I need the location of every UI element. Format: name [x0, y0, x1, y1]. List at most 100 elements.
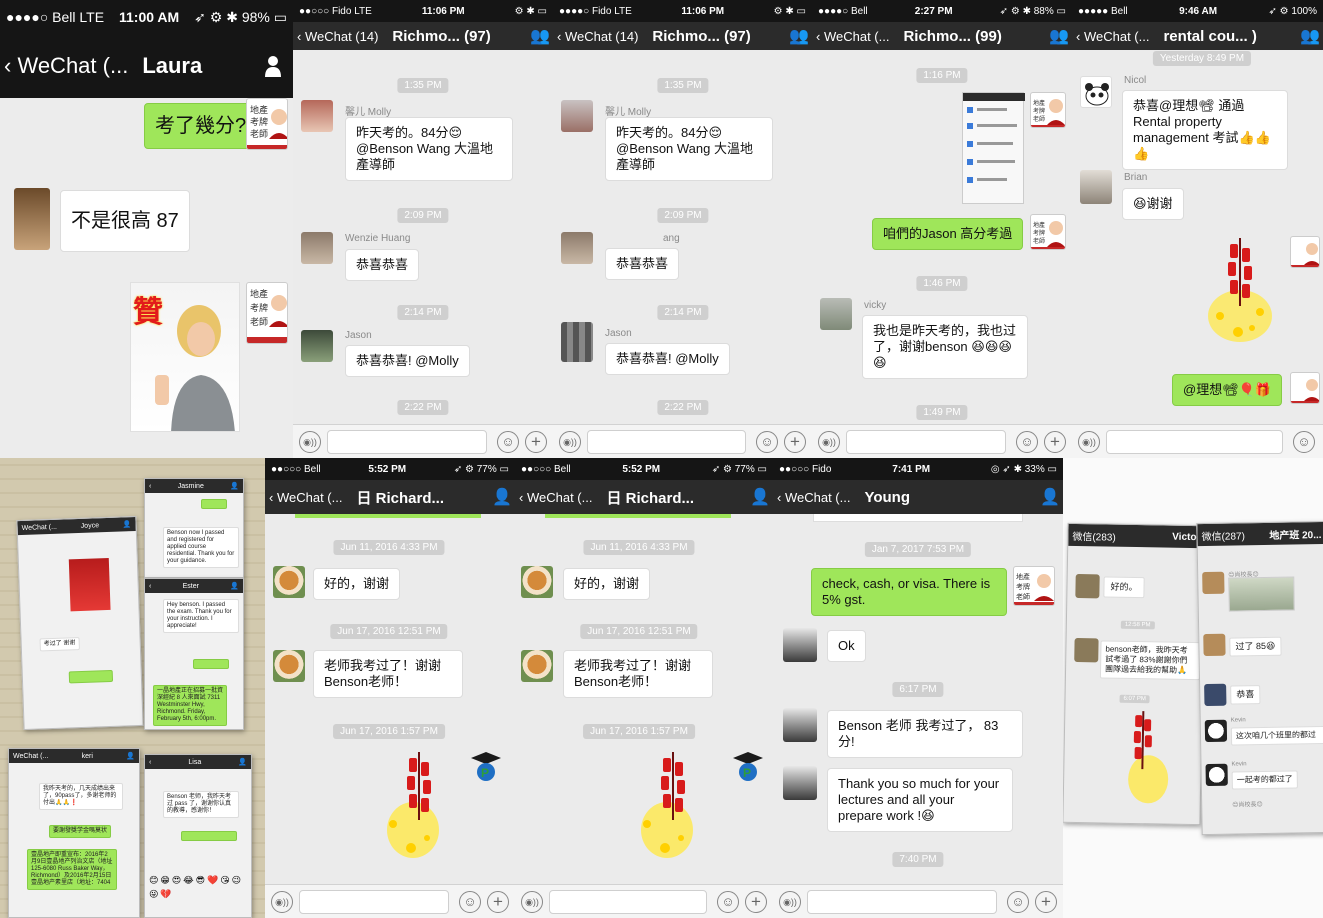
message-input[interactable]: [846, 430, 1006, 454]
message-bubble: 好的。: [1103, 576, 1145, 599]
plus-icon[interactable]: +: [1035, 891, 1057, 913]
message-bubble[interactable]: 恭喜恭喜: [605, 248, 680, 280]
message-bubble[interactable]: 老师我考过了！谢谢Benson老师！: [313, 650, 463, 698]
nav-bar: ‹ WeChat (... Laura: [0, 34, 293, 98]
corgi-avatar: [273, 566, 305, 598]
message-bubble[interactable]: 昨天考的。84分😌 @Benson Wang 大溫地產導師: [605, 117, 773, 181]
message-bubble[interactable]: 恭喜@理想📽 通過Rental property management 考試👍👍…: [1122, 90, 1288, 170]
back-button[interactable]: ‹ WeChat (...: [1072, 29, 1149, 44]
plus-icon[interactable]: +: [1044, 431, 1066, 453]
mini-nav: 微信(287) 地产班 20...: [1197, 521, 1323, 547]
message-bubble[interactable]: 我也是昨天考的，我也过了，谢谢benson 😆😆😆😆: [862, 315, 1028, 379]
timestamp: Jun 17, 2016 1:57 PM: [333, 724, 445, 739]
victor-avatar: [1074, 637, 1099, 663]
back-button[interactable]: ‹ WeChat (14): [293, 29, 378, 44]
message-bubble[interactable]: 老师我考过了！谢谢Benson老师！: [563, 650, 713, 698]
person-icon[interactable]: 👤: [489, 487, 515, 507]
chat-panel-richmond-3: ●●●●○ Bell 2:27 PM ➶ ⚙ ✱ 88% ▭ ‹ WeChat …: [812, 0, 1072, 458]
group-icon[interactable]: 👥: [1297, 26, 1323, 46]
plus-icon[interactable]: +: [745, 891, 767, 913]
emoji-icon[interactable]: ☺: [717, 891, 739, 913]
timestamp: 2:14 PM: [397, 305, 449, 320]
time-label: 11:00 AM: [119, 9, 180, 25]
message-input[interactable]: [587, 430, 746, 454]
back-button[interactable]: ‹ WeChat (...: [265, 490, 342, 505]
emoji-icon[interactable]: ☺: [1293, 431, 1315, 453]
screenshot-image-message[interactable]: [962, 92, 1025, 204]
voice-icon[interactable]: ◉)): [559, 431, 581, 453]
voice-icon[interactable]: ◉)): [818, 431, 840, 453]
message-bubble[interactable]: 好的，谢谢: [313, 568, 401, 600]
message-bubble[interactable]: Benson 老师 我考过了， 83分!: [827, 710, 1023, 758]
group-icon[interactable]: 👥: [786, 26, 812, 46]
mini-message-green: [181, 831, 237, 841]
wenzie-avatar: [561, 232, 593, 264]
voice-icon[interactable]: ◉)): [521, 891, 543, 913]
member-avatar: [1203, 633, 1226, 657]
status-bar: ●●○○○ Fido LTE 11:06 PM ⚙ ✱ ▭: [293, 0, 553, 22]
voice-icon[interactable]: ◉)): [1078, 431, 1100, 453]
emoji-icon[interactable]: ☺: [1007, 891, 1029, 913]
voice-icon[interactable]: ◉)): [271, 891, 293, 913]
message-bubble[interactable]: 恭喜恭喜! @Molly: [345, 345, 470, 377]
like-sticker[interactable]: 贊: [130, 282, 240, 432]
group-icon[interactable]: 👥: [527, 26, 553, 46]
input-bar: ◉)) ☺ +: [812, 424, 1072, 458]
member-avatar: [1204, 683, 1227, 707]
plus-icon[interactable]: +: [784, 431, 806, 453]
sender-name: vicky: [864, 300, 887, 311]
back-button[interactable]: ‹ WeChat (...: [515, 490, 592, 505]
message-bubble-incoming[interactable]: 不是很高 87: [60, 190, 190, 252]
message-input[interactable]: [1106, 430, 1283, 454]
time-label: 2:27 PM: [914, 5, 953, 17]
timestamp: 7:40 PM: [892, 852, 944, 867]
emoji-icon[interactable]: ☺: [756, 431, 778, 453]
message-bubble[interactable]: 好的，谢谢: [563, 568, 651, 600]
emoji-icon[interactable]: ☺: [459, 891, 481, 913]
message-bubble[interactable]: 恭喜恭喜: [345, 249, 420, 281]
message-bubble-outgoing[interactable]: 咱們的Jason 高分考過: [872, 218, 1024, 250]
message-bubble[interactable]: Thank you so much for your lectures and …: [827, 768, 1013, 832]
firecracker-sticker: [1116, 709, 1178, 806]
message-bubble[interactable]: 昨天考的。84分😌 @Benson Wang 大溫地產導師: [345, 117, 513, 181]
message-input[interactable]: [549, 890, 707, 914]
svg-text:地產: 地產: [250, 104, 268, 116]
emoji-icon[interactable]: ☺: [1016, 431, 1038, 453]
chat-title: Richmo... (99): [903, 27, 1002, 45]
voice-icon[interactable]: ◉)): [779, 891, 801, 913]
voice-icon[interactable]: ◉)): [299, 431, 321, 453]
back-button[interactable]: ‹ WeChat (...: [0, 53, 128, 79]
time-label: 5:52 PM: [622, 463, 661, 475]
plus-icon[interactable]: +: [525, 431, 547, 453]
firecracker-sticker[interactable]: [1200, 236, 1280, 346]
mini-photo: [68, 557, 111, 612]
timestamp: Jun 17, 2016 12:51 PM: [330, 624, 448, 639]
message-input[interactable]: [807, 890, 997, 914]
message-bubble-outgoing[interactable]: check, cash, or visa. There is 5% gst.: [811, 568, 1007, 616]
person-icon[interactable]: 👤: [1037, 487, 1063, 507]
back-button[interactable]: ‹ WeChat (...: [812, 29, 889, 44]
corgi-avatar: [521, 650, 553, 682]
mini-message-green: [68, 669, 114, 684]
message-bubble[interactable]: 恭喜恭喜! @Molly: [605, 343, 730, 375]
message-bubble[interactable]: 😆谢谢: [1122, 188, 1184, 220]
person-icon[interactable]: [253, 55, 293, 77]
message-input[interactable]: [299, 890, 449, 914]
message-bubble-outgoing[interactable]: @理想📽🎈🎁: [1172, 374, 1283, 406]
battery-label: ➶ ⚙ 100%: [1268, 5, 1317, 17]
back-button[interactable]: ‹ WeChat (...: [773, 490, 850, 505]
message-bubble-outgoing[interactable]: 考了幾分?: [144, 103, 258, 149]
benson-avatar: 地產 考牌 老師: [246, 282, 288, 344]
back-button[interactable]: ‹ WeChat (14): [553, 29, 638, 44]
message-input[interactable]: [327, 430, 487, 454]
emoji-icon[interactable]: ☺: [497, 431, 519, 453]
sender-name: Wenzie Huang: [345, 233, 411, 244]
group-icon[interactable]: 👥: [1046, 26, 1072, 46]
message-bubble[interactable]: Ok: [827, 630, 866, 662]
plus-icon[interactable]: +: [487, 891, 509, 913]
person-icon[interactable]: 👤: [747, 487, 773, 507]
input-bar: ◉)) ☺ +: [293, 424, 553, 458]
carrier-label: ●●●●● Bell: [1078, 5, 1128, 17]
firecracker-sticker[interactable]: [631, 750, 711, 862]
firecracker-sticker[interactable]: [377, 750, 457, 862]
